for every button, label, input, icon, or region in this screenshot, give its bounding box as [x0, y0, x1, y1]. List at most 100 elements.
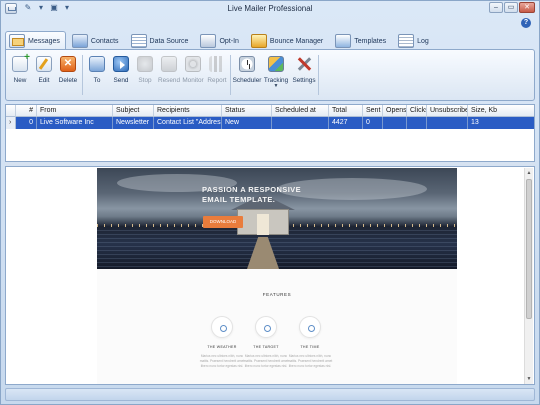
tab-label: Data Source: [149, 37, 189, 45]
settings-button[interactable]: Settings: [290, 53, 318, 95]
features-title: FEATURES: [262, 292, 292, 297]
tab-label: Bounce Manager: [269, 37, 324, 45]
tab-opt-in[interactable]: Opt-In: [196, 31, 244, 50]
messages-grid[interactable]: # From Subject Recipients Status Schedul…: [5, 104, 535, 162]
column-header-number[interactable]: #: [16, 105, 37, 117]
column-header-subject[interactable]: Subject: [113, 105, 154, 117]
scheduler-button[interactable]: Scheduler: [232, 53, 262, 95]
report-label: Report: [207, 77, 227, 84]
ribbon-toolbar: New Edit ✕ Delete To Send Stop: [5, 49, 535, 101]
boathouse-door: [257, 214, 269, 235]
maximize-button[interactable]: ▭: [504, 2, 518, 13]
cell-sent: 0: [363, 117, 383, 129]
window-title: Live Mailer Professional: [227, 4, 313, 13]
tab-messages[interactable]: Messages: [5, 31, 66, 50]
cell-total: 4427: [329, 117, 363, 129]
hero-image: PASSION A RESPONSIVE EMAIL TEMPLATE. DOW…: [97, 168, 457, 269]
feature-name: THE TARGET: [253, 345, 279, 349]
app-window: ✎ ▾ ▣ ▾ Live Mailer Professional – ▭ ✕ ?…: [0, 0, 540, 405]
delete-icon: ✕: [60, 56, 76, 72]
tab-log[interactable]: Log: [394, 31, 435, 50]
bounce-icon: [250, 34, 267, 48]
minimize-button[interactable]: –: [489, 2, 503, 13]
ribbon-separator: [318, 55, 319, 95]
feature-description: Marius nec ultrices nibh, nunc mattis. P…: [199, 354, 245, 368]
monitor-icon: [185, 56, 201, 72]
column-header-opens[interactable]: Opens: [383, 105, 407, 117]
email-template-preview: PASSION A RESPONSIVE EMAIL TEMPLATE. DOW…: [97, 168, 457, 384]
close-button[interactable]: ✕: [519, 2, 535, 13]
cell-subject: Newsletter: [113, 117, 154, 129]
feature-name: THE TIME: [300, 345, 320, 349]
cell-status: New: [222, 117, 272, 129]
column-header-status[interactable]: Status: [222, 105, 272, 117]
window-controls: – ▭ ✕: [489, 2, 535, 13]
edit-button[interactable]: Edit: [32, 53, 56, 95]
to-button[interactable]: To: [85, 53, 109, 95]
hero-title: PASSION A RESPONSIVE EMAIL TEMPLATE.: [202, 185, 301, 204]
feature-description: Marius nec ultrices nibh, nunc mattis. P…: [287, 354, 333, 368]
cell-scheduled-at: [272, 117, 329, 129]
column-header-size[interactable]: Size, Kb: [468, 105, 534, 117]
stop-icon: [137, 56, 153, 72]
database-icon: [130, 34, 147, 48]
monitor-button[interactable]: Monitor: [181, 53, 205, 95]
weather-icon: [211, 316, 233, 338]
pier-image: [233, 237, 293, 269]
stop-label: Stop: [138, 77, 152, 84]
tab-data-source[interactable]: Data Source: [127, 31, 195, 50]
column-header-clicks[interactable]: Clicks: [407, 105, 427, 117]
column-header-total[interactable]: Total: [329, 105, 363, 117]
feature-description: Marius nec ultrices nibh, nunc mattis. P…: [243, 354, 289, 368]
ribbon-separator: [82, 55, 83, 95]
to-label: To: [93, 77, 101, 84]
help-icon[interactable]: ?: [521, 18, 531, 28]
feature-weather: THE WEATHER Marius nec ultrices nibh, nu…: [197, 316, 247, 369]
cell-unsubscribes: [427, 117, 468, 129]
tools-settings-icon: [296, 56, 312, 72]
ribbon-group-sending: To Send Stop Resend Monitor Report: [85, 53, 229, 97]
column-header-from[interactable]: From: [37, 105, 113, 117]
cell-opens: [383, 117, 407, 129]
column-header-unsubscribes[interactable]: Unsubscribes: [427, 105, 468, 117]
edit-label: Edit: [38, 77, 50, 84]
feature-time: THE TIME Marius nec ultrices nibh, nunc …: [285, 316, 335, 369]
column-header-recipients[interactable]: Recipients: [154, 105, 222, 117]
target-icon: [255, 316, 277, 338]
tab-bounce-manager[interactable]: Bounce Manager: [247, 31, 329, 50]
scrollbar-thumb[interactable]: [526, 179, 532, 319]
ribbon-tabs: Messages Contacts Data Source Opt-In Bou…: [5, 31, 435, 50]
column-header-sent[interactable]: Sent: [363, 105, 383, 117]
log-icon: [398, 34, 415, 48]
cell-number: 0: [16, 117, 37, 129]
resend-label: Resend: [157, 77, 181, 84]
scroll-up-icon[interactable]: ▲: [525, 169, 533, 177]
mail-icon: [9, 34, 25, 48]
tab-templates[interactable]: Templates: [331, 31, 392, 50]
scheduler-label: Scheduler: [232, 77, 262, 84]
message-preview-pane[interactable]: PASSION A RESPONSIVE EMAIL TEMPLATE. DOW…: [5, 166, 535, 385]
download-button[interactable]: DOWNLOAD: [203, 216, 243, 228]
tracking-button[interactable]: Tracking ▼: [262, 53, 290, 95]
report-button[interactable]: Report: [205, 53, 229, 95]
tab-contacts[interactable]: Contacts: [68, 31, 125, 50]
tab-label: Opt-In: [219, 37, 239, 45]
send-button[interactable]: Send: [109, 53, 133, 95]
row-selector-header: [6, 105, 16, 117]
chevron-down-icon: ▼: [273, 83, 279, 89]
stop-button[interactable]: Stop: [133, 53, 157, 95]
new-button[interactable]: New: [8, 52, 32, 95]
delete-button[interactable]: ✕ Delete: [56, 53, 80, 95]
resend-button[interactable]: Resend: [157, 53, 181, 95]
resend-icon: [161, 56, 177, 72]
monitor-label: Monitor: [182, 77, 204, 84]
ribbon-separator: [230, 55, 231, 95]
scroll-down-icon[interactable]: ▼: [525, 375, 533, 383]
table-row[interactable]: › 0 Live Software Inc Newsletter Contact…: [6, 117, 534, 129]
grid-header: # From Subject Recipients Status Schedul…: [6, 105, 534, 117]
preview-scrollbar[interactable]: ▲ ▼: [524, 168, 533, 384]
tab-label: Contacts: [90, 37, 119, 45]
tab-label: Log: [417, 37, 429, 45]
column-header-scheduled-at[interactable]: Scheduled at: [272, 105, 329, 117]
tab-label: Templates: [354, 37, 387, 45]
